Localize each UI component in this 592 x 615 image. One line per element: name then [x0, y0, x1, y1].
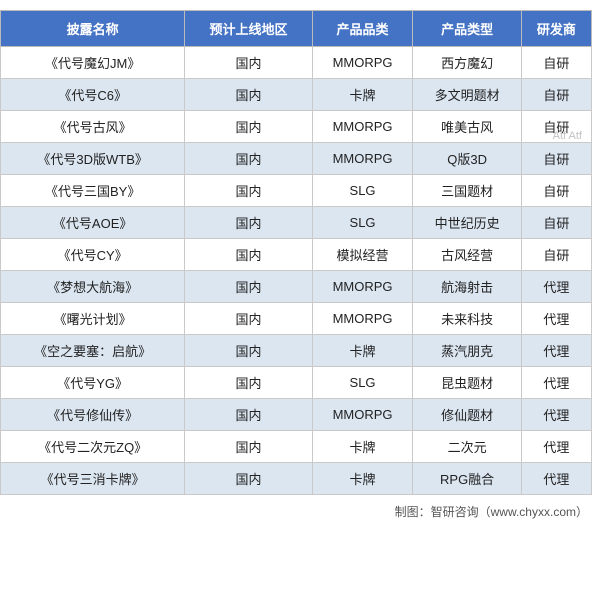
table-row: 《代号3D版WTB》国内MMORPGQ版3D自研	[1, 143, 592, 175]
table-cell: RPG融合	[413, 463, 521, 495]
table-row: 《空之要塞：启航》国内卡牌蒸汽朋克代理	[1, 335, 592, 367]
table-cell: 自研	[521, 175, 591, 207]
table-cell: 《空之要塞：启航》	[1, 335, 185, 367]
table-cell: SLG	[312, 207, 413, 239]
table-cell: 《代号AOE》	[1, 207, 185, 239]
table-cell: 《代号3D版WTB》	[1, 143, 185, 175]
table-cell: 卡牌	[312, 431, 413, 463]
table-cell: 自研	[521, 143, 591, 175]
table-cell: 自研	[521, 111, 591, 143]
table-header-cell: 产品品类	[312, 11, 413, 47]
table-cell: 模拟经营	[312, 239, 413, 271]
table-cell: 《代号YG》	[1, 367, 185, 399]
table-cell: MMORPG	[312, 271, 413, 303]
table-cell: 蒸汽朋克	[413, 335, 521, 367]
table-cell: 唯美古风	[413, 111, 521, 143]
table-container: 披露名称预计上线地区产品品类产品类型研发商 《代号魔幻JM》国内MMORPG西方…	[0, 10, 592, 495]
table-cell: 国内	[185, 207, 312, 239]
table-cell: 国内	[185, 463, 312, 495]
table-cell: 卡牌	[312, 463, 413, 495]
table-cell: Q版3D	[413, 143, 521, 175]
table-row: 《曙光计划》国内MMORPG未来科技代理	[1, 303, 592, 335]
table-cell: 西方魔幻	[413, 47, 521, 79]
table-cell: 自研	[521, 47, 591, 79]
table-row: 《梦想大航海》国内MMORPG航海射击代理	[1, 271, 592, 303]
table-cell: 国内	[185, 399, 312, 431]
table-cell: 《代号C6》	[1, 79, 185, 111]
table-cell: 代理	[521, 463, 591, 495]
table-cell: 国内	[185, 271, 312, 303]
table-cell: 修仙题材	[413, 399, 521, 431]
table-header-cell: 预计上线地区	[185, 11, 312, 47]
table-cell: 自研	[521, 79, 591, 111]
table-header-cell: 研发商	[521, 11, 591, 47]
table-cell: 卡牌	[312, 79, 413, 111]
table-cell: 国内	[185, 143, 312, 175]
table-cell: SLG	[312, 367, 413, 399]
table-cell: 《代号魔幻JM》	[1, 47, 185, 79]
table-cell: 国内	[185, 335, 312, 367]
table-row: 《代号YG》国内SLG昆虫题材代理	[1, 367, 592, 399]
table-row: 《代号二次元ZQ》国内卡牌二次元代理	[1, 431, 592, 463]
table-cell: 多文明题材	[413, 79, 521, 111]
table-cell: 国内	[185, 367, 312, 399]
table-cell: 古风经营	[413, 239, 521, 271]
table-cell: 《代号古风》	[1, 111, 185, 143]
table-row: 《代号三国BY》国内SLG三国题材自研	[1, 175, 592, 207]
table-cell: 《曙光计划》	[1, 303, 185, 335]
table-cell: 国内	[185, 175, 312, 207]
table-cell: 国内	[185, 47, 312, 79]
table-cell: 《代号CY》	[1, 239, 185, 271]
table-cell: 三国题材	[413, 175, 521, 207]
table-cell: MMORPG	[312, 303, 413, 335]
table-cell: 《代号三消卡牌》	[1, 463, 185, 495]
table-cell: 国内	[185, 79, 312, 111]
table-cell: 《代号三国BY》	[1, 175, 185, 207]
table-cell: MMORPG	[312, 47, 413, 79]
table-row: 《代号修仙传》国内MMORPG修仙题材代理	[1, 399, 592, 431]
table-cell: 中世纪历史	[413, 207, 521, 239]
data-table: 披露名称预计上线地区产品品类产品类型研发商 《代号魔幻JM》国内MMORPG西方…	[0, 10, 592, 495]
table-row: 《代号CY》国内模拟经营古风经营自研	[1, 239, 592, 271]
table-cell: 昆虫题材	[413, 367, 521, 399]
table-cell: MMORPG	[312, 399, 413, 431]
table-row: 《代号魔幻JM》国内MMORPG西方魔幻自研	[1, 47, 592, 79]
table-header-row: 披露名称预计上线地区产品品类产品类型研发商	[1, 11, 592, 47]
table-cell: MMORPG	[312, 111, 413, 143]
table-cell: 代理	[521, 271, 591, 303]
table-cell: 二次元	[413, 431, 521, 463]
table-cell: 航海射击	[413, 271, 521, 303]
table-cell: 《代号修仙传》	[1, 399, 185, 431]
table-cell: 国内	[185, 239, 312, 271]
table-header-cell: 产品类型	[413, 11, 521, 47]
page-container: Atf Atf 披露名称预计上线地区产品品类产品类型研发商 《代号魔幻JM》国内…	[0, 10, 592, 520]
table-row: 《代号三消卡牌》国内卡牌RPG融合代理	[1, 463, 592, 495]
table-cell: 国内	[185, 431, 312, 463]
table-cell: 《梦想大航海》	[1, 271, 185, 303]
table-cell: 国内	[185, 111, 312, 143]
table-cell: 代理	[521, 367, 591, 399]
table-cell: 《代号二次元ZQ》	[1, 431, 185, 463]
table-cell: 国内	[185, 303, 312, 335]
table-row: 《代号AOE》国内SLG中世纪历史自研	[1, 207, 592, 239]
table-cell: 代理	[521, 303, 591, 335]
table-header-cell: 披露名称	[1, 11, 185, 47]
table-row: 《代号C6》国内卡牌多文明题材自研	[1, 79, 592, 111]
table-row: 《代号古风》国内MMORPG唯美古风自研	[1, 111, 592, 143]
table-cell: MMORPG	[312, 143, 413, 175]
footer-text: 制图：智研咨询（www.chyxx.com）	[0, 503, 592, 520]
table-cell: 代理	[521, 399, 591, 431]
table-cell: 未来科技	[413, 303, 521, 335]
table-cell: 卡牌	[312, 335, 413, 367]
table-cell: 自研	[521, 239, 591, 271]
table-cell: 自研	[521, 207, 591, 239]
table-cell: SLG	[312, 175, 413, 207]
table-cell: 代理	[521, 431, 591, 463]
table-cell: 代理	[521, 335, 591, 367]
